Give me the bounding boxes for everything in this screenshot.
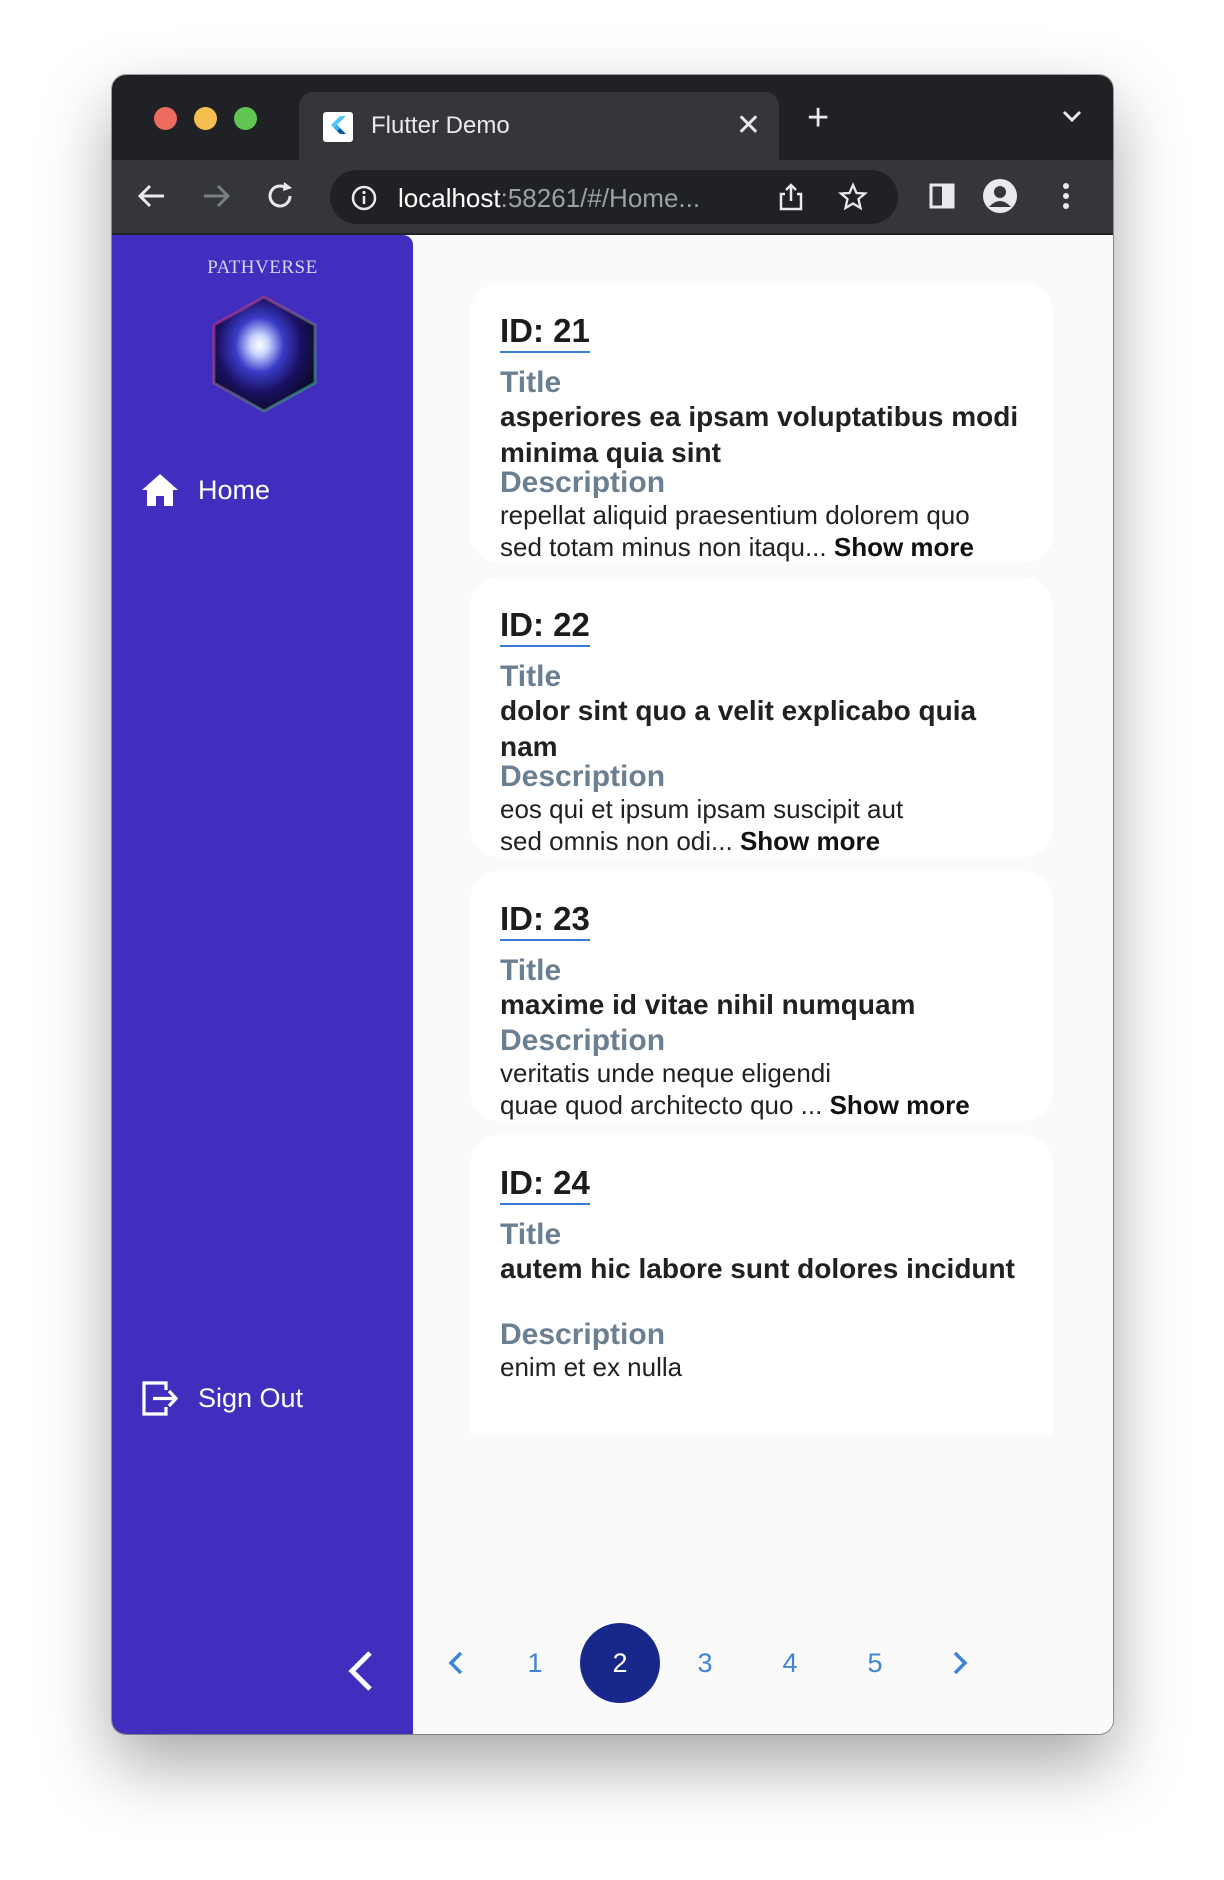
post-card[interactable]: ID: 24 Title autem hic labore sunt dolor… [470,1135,1053,1435]
flutter-favicon-icon [323,112,353,142]
share-icon[interactable] [776,182,806,212]
site-info-icon[interactable] [350,184,378,212]
post-card[interactable]: ID: 22 Title dolor sint quo a velit expl… [470,577,1053,857]
profile-avatar-icon[interactable] [982,178,1018,214]
previous-page-icon[interactable] [439,1645,475,1681]
page-button-3[interactable]: 3 [665,1623,745,1703]
next-page-icon[interactable] [941,1645,977,1681]
address-bar[interactable]: localhost:58261/#/Home... [330,170,898,224]
brand-name: PATHVERSE [207,257,318,278]
home-icon [142,474,178,506]
side-panel-icon[interactable] [924,178,960,214]
post-id: ID: 23 [500,901,590,941]
post-id: ID: 21 [500,313,590,353]
show-more-link[interactable]: Show more [834,532,974,562]
title-label: Title [500,660,562,693]
post-title: maxime id vitae nihil numquam [500,989,916,1020]
sidebar-item-label: Sign Out [198,1382,304,1413]
minimize-window-button[interactable] [194,107,217,130]
new-tab-icon[interactable]: + [807,99,829,137]
page-button-4[interactable]: 4 [750,1623,830,1703]
show-more-link[interactable]: Show more [740,826,880,856]
post-description: repellat aliquid praesentium dolorem quo… [500,500,974,562]
sidebar-item-home[interactable]: Home [140,470,270,510]
description-label: Description [500,1318,666,1351]
sidebar-item-label: Home [198,474,271,505]
collapse-sidebar-icon[interactable] [340,1647,380,1695]
page-button-5[interactable]: 5 [835,1623,915,1703]
browser-window: Flutter Demo ✕ + localhost:58261/#/Home.… [112,75,1113,1734]
forward-arrow-icon[interactable] [198,178,234,214]
post-title: autem hic labore sunt dolores incidunt [500,1253,1015,1284]
pagination: 1 2 3 4 5 [413,1573,1113,1734]
page-button-1[interactable]: 1 [495,1623,575,1703]
post-description: enim et ex nulla [500,1352,683,1382]
tab-search-chevron-icon[interactable] [1061,105,1083,127]
post-id: ID: 24 [500,1165,590,1205]
page-button-2[interactable]: 2 [580,1623,660,1703]
sign-out-icon [142,1381,179,1416]
pathverse-logo-icon [212,295,317,413]
close-window-button[interactable] [154,107,177,130]
tab-strip: Flutter Demo ✕ + [112,75,1113,160]
post-id: ID: 22 [500,607,590,647]
description-label: Description [500,760,666,793]
title-label: Title [500,366,562,399]
browser-tab[interactable]: Flutter Demo ✕ [299,92,779,160]
post-title: asperiores ea ipsam voluptatibus modi mi… [500,401,1019,468]
tab-title: Flutter Demo [371,112,510,139]
browser-menu-icon[interactable] [1048,178,1084,214]
sidebar: PATHVERSE Home Sign Out [112,235,413,1734]
browser-toolbar: localhost:58261/#/Home... [112,160,1113,235]
title-label: Title [500,1218,562,1251]
post-description: eos qui et ipsum ipsam suscipit aut sed … [500,794,904,856]
post-description: veritatis unde neque eligendi quae quod … [500,1058,970,1120]
reload-icon[interactable] [262,178,298,214]
tab-close-icon[interactable]: ✕ [736,106,761,146]
post-card[interactable]: ID: 23 Title maxime id vitae nihil numqu… [470,871,1053,1121]
posts-list[interactable]: ID: 21 Title asperiores ea ipsam volupta… [413,235,1113,1573]
url-text: localhost:58261/#/Home... [398,183,701,213]
post-card[interactable]: ID: 21 Title asperiores ea ipsam volupta… [470,283,1053,563]
description-label: Description [500,466,666,499]
title-label: Title [500,954,562,987]
back-arrow-icon[interactable] [134,178,170,214]
post-title: dolor sint quo a velit explicabo quia na… [500,695,977,762]
sidebar-item-sign-out[interactable]: Sign Out [140,1378,303,1418]
maximize-window-button[interactable] [234,107,257,130]
description-label: Description [500,1024,666,1057]
show-more-link[interactable]: Show more [830,1090,970,1120]
bookmark-star-icon[interactable] [838,182,868,212]
